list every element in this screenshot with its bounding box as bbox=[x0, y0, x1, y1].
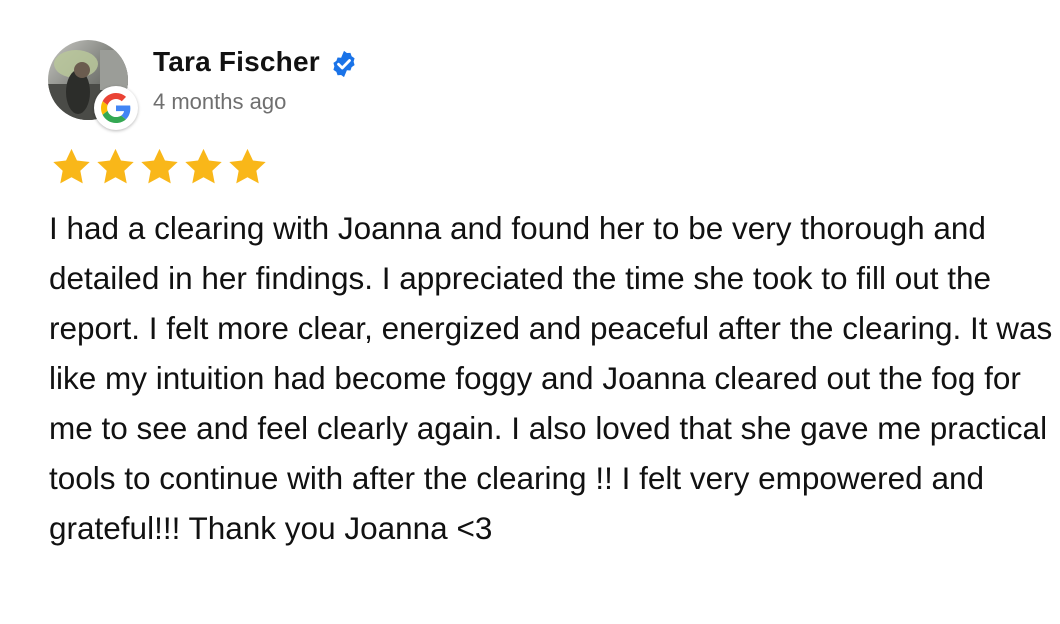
review-date: 4 months ago bbox=[153, 89, 287, 114]
star-icon bbox=[229, 148, 266, 184]
star-rating bbox=[50, 146, 269, 190]
review-text: I had a clearing with Joanna and found h… bbox=[49, 210, 1053, 546]
google-badge bbox=[94, 86, 138, 130]
review-card: Tara Fischer 4 months ago I had a cleari… bbox=[0, 0, 1060, 624]
author-name[interactable]: Tara Fischer bbox=[153, 44, 320, 80]
author-avatar-group[interactable] bbox=[48, 40, 138, 130]
verified-check-icon bbox=[329, 49, 359, 79]
star-icon bbox=[141, 148, 178, 184]
star-icon bbox=[97, 148, 134, 184]
star-icon bbox=[185, 148, 222, 184]
star-icon bbox=[53, 148, 90, 184]
